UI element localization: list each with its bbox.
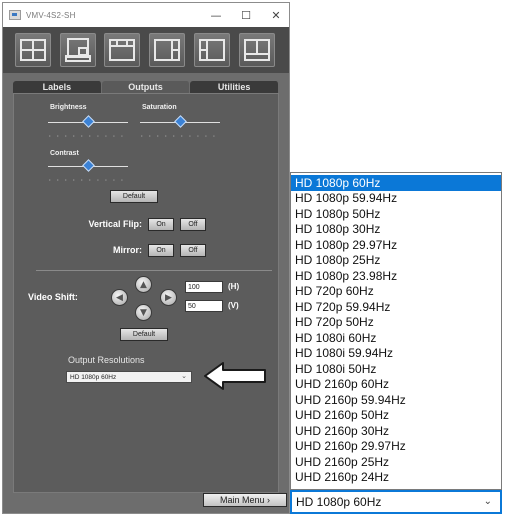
vertical-flip-on-button[interactable]: On <box>148 218 174 231</box>
arrow-up-icon: ▲ <box>140 279 147 290</box>
resolution-combobox[interactable]: HD 1080p 60Hz ⌄ <box>290 490 502 514</box>
shift-right-button[interactable]: ▶ <box>160 289 177 306</box>
output-resolution-value: HD 1080p 60Hz <box>70 373 117 381</box>
shift-h-unit: (H) <box>228 282 240 291</box>
window-title: VMV-4S2-SH <box>26 10 76 20</box>
vertical-flip-label: Vertical Flip: <box>88 219 142 229</box>
contrast-slider-thumb[interactable] <box>82 159 95 172</box>
vertical-flip-off-button[interactable]: Off <box>180 218 206 231</box>
maximize-button[interactable]: ☐ <box>235 6 257 24</box>
shift-default-button[interactable]: Default <box>120 328 168 341</box>
tab-utilities[interactable]: Utilities <box>190 81 280 93</box>
dropdown-option[interactable]: HD 1080i 59.94Hz <box>291 346 501 362</box>
shift-left-button[interactable]: ◀ <box>111 289 128 306</box>
quad-alt-layout-button[interactable] <box>239 33 275 67</box>
app-window: VMV-4S2-SH — ☐ ✕ Labels Outputs Utilitie… <box>2 2 290 514</box>
dropdown-option[interactable]: HD 1080i 60Hz <box>291 330 501 346</box>
dropdown-option[interactable]: UHD 2160p 25Hz <box>291 454 501 470</box>
dropdown-option[interactable]: HD 720p 59.94Hz <box>291 299 501 315</box>
tab-bar: Labels Outputs Utilities <box>13 81 280 93</box>
dropdown-option[interactable]: UHD 2160p 50Hz <box>291 408 501 424</box>
outputs-panel: Brightness ·········· Saturation ·······… <box>13 93 279 493</box>
picture-default-button[interactable]: Default <box>110 190 158 203</box>
dropdown-option[interactable]: HD 1080p 29.97Hz <box>291 237 501 253</box>
layout-toolbar <box>3 27 289 73</box>
split-layout-icon <box>199 39 225 61</box>
shift-v-unit: (V) <box>228 301 239 310</box>
arrow-left-icon: ◀ <box>116 292 123 303</box>
pip-layout-button[interactable] <box>60 33 96 67</box>
dropdown-option[interactable]: HD 1080i 50Hz <box>291 361 501 377</box>
shift-v-input[interactable]: 50 <box>185 300 223 312</box>
shift-h-input[interactable]: 100 <box>185 281 223 293</box>
brightness-ticks: ·········· <box>48 133 129 140</box>
arrow-down-icon: ▼ <box>140 307 147 318</box>
minimize-button[interactable]: — <box>205 6 227 24</box>
dropdown-option[interactable]: HD 1080p 59.94Hz <box>291 191 501 207</box>
dropdown-option[interactable]: HD 1080p 23.98Hz <box>291 268 501 284</box>
quad-layout-button[interactable] <box>15 33 51 67</box>
dropdown-option[interactable]: UHD 2160p 24Hz <box>291 470 501 486</box>
tab-outputs[interactable]: Outputs <box>101 81 191 93</box>
contrast-label: Contrast <box>50 150 79 157</box>
dropdown-option[interactable]: HD 1080p 50Hz <box>291 206 501 222</box>
dropdown-option[interactable]: HD 720p 50Hz <box>291 315 501 331</box>
quad-layout-icon <box>20 39 46 61</box>
dropdown-option[interactable]: UHD 2160p 59.94Hz <box>291 392 501 408</box>
resolution-combobox-value: HD 1080p 60Hz <box>296 495 382 509</box>
dropdown-option[interactable]: UHD 2160p 60Hz <box>291 377 501 393</box>
main-menu-button[interactable]: Main Menu › <box>203 493 287 507</box>
screenshot-stage: VMV-4S2-SH — ☐ ✕ Labels Outputs Utilitie… <box>0 0 508 520</box>
output-resolutions-label: Output Resolutions <box>68 355 145 365</box>
close-button[interactable]: ✕ <box>265 6 287 24</box>
mirror-on-button[interactable]: On <box>148 244 174 257</box>
video-shift-label: Video Shift: <box>28 292 78 302</box>
mirror-label: Mirror: <box>113 245 142 255</box>
dropdown-option[interactable]: HD 1080p 30Hz <box>291 222 501 238</box>
section-divider <box>36 270 272 271</box>
brightness-slider-thumb[interactable] <box>82 115 95 128</box>
chevron-down-icon: ⌄ <box>181 373 187 380</box>
dropdown-option[interactable]: UHD 2160p 29.97Hz <box>291 439 501 455</box>
dropdown-option[interactable]: HD 1080p 25Hz <box>291 253 501 269</box>
brightness-label: Brightness <box>50 104 87 111</box>
shift-up-button[interactable]: ▲ <box>135 276 152 293</box>
side-by-side-layout-icon <box>154 39 180 61</box>
pip-layout-icon <box>65 38 91 62</box>
saturation-slider-thumb[interactable] <box>174 115 187 128</box>
callout-arrow-icon <box>204 362 266 390</box>
dropdown-option[interactable]: HD 1080p 60Hz <box>291 175 501 191</box>
triple-layout-button[interactable] <box>104 33 140 67</box>
arrow-right-icon: ▶ <box>165 292 172 303</box>
triple-layout-icon <box>109 39 135 61</box>
side-by-side-layout-button[interactable] <box>149 33 185 67</box>
saturation-ticks: ·········· <box>140 133 221 140</box>
split-layout-button[interactable] <box>194 33 230 67</box>
resolution-dropdown-list: HD 1080p 60Hz HD 1080p 59.94Hz HD 1080p 50… <box>290 172 502 490</box>
saturation-label: Saturation <box>142 104 177 111</box>
contrast-ticks: ·········· <box>48 177 129 184</box>
shift-down-button[interactable]: ▼ <box>135 304 152 321</box>
output-resolution-select[interactable]: HD 1080p 60Hz ⌄ <box>66 371 192 383</box>
mirror-off-button[interactable]: Off <box>180 244 206 257</box>
dropdown-option[interactable]: UHD 2160p 30Hz <box>291 423 501 439</box>
chevron-down-icon: ⌄ <box>483 496 492 507</box>
title-bar: VMV-4S2-SH — ☐ ✕ <box>3 3 289 27</box>
app-icon <box>9 10 21 20</box>
quad-alt-layout-icon <box>244 39 270 61</box>
dropdown-option[interactable]: HD 720p 60Hz <box>291 284 501 300</box>
tab-labels[interactable]: Labels <box>13 81 102 93</box>
